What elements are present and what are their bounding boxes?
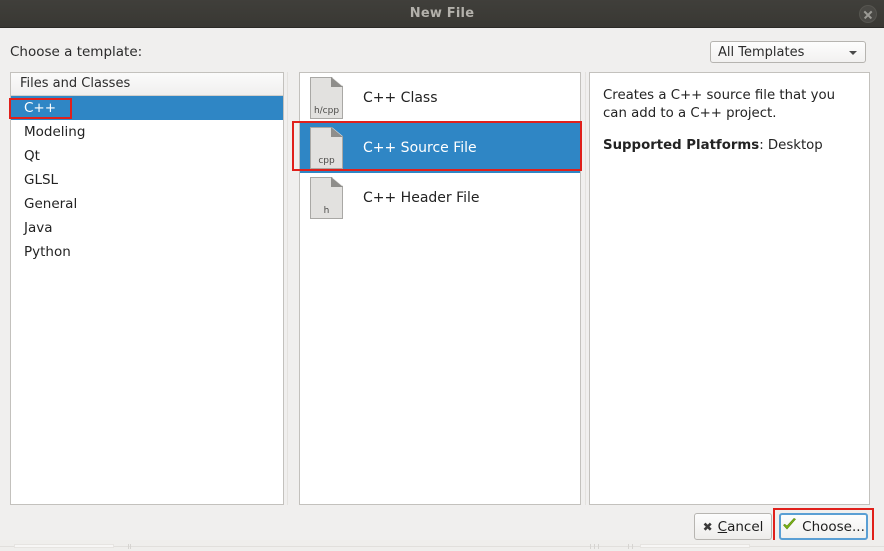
background-window-strip bbox=[0, 540, 884, 551]
choose-button-label: Choose... bbox=[802, 518, 865, 535]
strip-bar-left bbox=[14, 544, 114, 548]
strip-tick bbox=[594, 544, 595, 549]
file-extension-label: h bbox=[323, 206, 330, 216]
template-label: C++ Header File bbox=[363, 190, 480, 206]
category-item-glsl[interactable]: GLSL bbox=[11, 168, 283, 192]
strip-tick bbox=[628, 544, 629, 549]
strip-bar-right bbox=[640, 544, 750, 548]
category-item-python[interactable]: Python bbox=[11, 240, 283, 264]
categories-header: Files and Classes bbox=[11, 73, 283, 96]
green-check-icon bbox=[782, 517, 797, 536]
strip-tick bbox=[632, 544, 633, 549]
category-item-qt[interactable]: Qt bbox=[11, 144, 283, 168]
category-label: GLSL bbox=[24, 172, 59, 188]
category-item-general[interactable]: General bbox=[11, 192, 283, 216]
file-extension-label: h/cpp bbox=[313, 106, 340, 116]
template-filter-dropdown[interactable]: All Templates bbox=[710, 41, 866, 63]
template-details-panel: Creates a C++ source file that you can a… bbox=[589, 72, 870, 505]
template-label: C++ Source File bbox=[363, 140, 477, 156]
supported-platforms-line: Supported Platforms: Desktop bbox=[603, 137, 856, 155]
category-label: Qt bbox=[24, 148, 40, 164]
cancel-mnemonic: C bbox=[717, 518, 728, 535]
strip-tick bbox=[128, 544, 129, 549]
file-document-icon: h/cpp bbox=[310, 77, 343, 119]
category-label: Java bbox=[24, 220, 53, 236]
category-label: Modeling bbox=[24, 124, 86, 140]
cancel-rest: ancel bbox=[727, 518, 764, 535]
cancel-button-label: Cancel bbox=[718, 519, 764, 535]
templates-panel: h/cpp C++ Class cpp C++ Source File h C+… bbox=[299, 72, 581, 505]
template-filter-value: All Templates bbox=[718, 45, 805, 60]
template-item-cpp-source-file[interactable]: cpp C++ Source File bbox=[300, 123, 580, 173]
cross-icon: ✖ bbox=[702, 519, 713, 534]
category-label: Python bbox=[24, 244, 71, 260]
close-icon[interactable] bbox=[859, 5, 877, 23]
splitter-left[interactable] bbox=[285, 72, 290, 505]
strip-tick bbox=[598, 544, 599, 549]
category-item-modeling[interactable]: Modeling bbox=[11, 120, 283, 144]
category-label: C++ bbox=[24, 100, 57, 116]
template-description: Creates a C++ source file that you can a… bbox=[603, 88, 836, 121]
splitter-right[interactable] bbox=[583, 72, 588, 505]
title-bar: New File bbox=[0, 0, 884, 28]
file-extension-label: cpp bbox=[318, 156, 335, 166]
window-title: New File bbox=[409, 6, 475, 21]
strip-line bbox=[0, 546, 884, 547]
cancel-button[interactable]: ✖ Cancel bbox=[694, 513, 772, 540]
file-document-icon: h bbox=[310, 177, 343, 219]
category-item-cpp[interactable]: C++ bbox=[11, 96, 283, 120]
template-item-cpp-class[interactable]: h/cpp C++ Class bbox=[300, 73, 580, 123]
chevron-down-icon bbox=[849, 51, 857, 55]
categories-panel: Files and Classes C++ Modeling Qt GLSL G… bbox=[10, 72, 284, 505]
category-item-java[interactable]: Java bbox=[11, 216, 283, 240]
supported-platforms-key: Supported Platforms bbox=[603, 138, 760, 153]
strip-tick bbox=[590, 544, 591, 549]
strip-tick bbox=[130, 544, 131, 549]
choose-template-label: Choose a template: bbox=[10, 44, 143, 60]
choose-button[interactable]: Choose... bbox=[779, 513, 868, 540]
supported-platforms-value: Desktop bbox=[767, 138, 823, 153]
supported-platforms-separator: : bbox=[759, 138, 768, 153]
file-document-icon: cpp bbox=[310, 127, 343, 169]
category-label: General bbox=[24, 196, 78, 212]
template-label: C++ Class bbox=[363, 90, 438, 106]
new-file-dialog: New File Choose a template: All Template… bbox=[0, 0, 884, 546]
template-item-cpp-header-file[interactable]: h C++ Header File bbox=[300, 173, 580, 223]
